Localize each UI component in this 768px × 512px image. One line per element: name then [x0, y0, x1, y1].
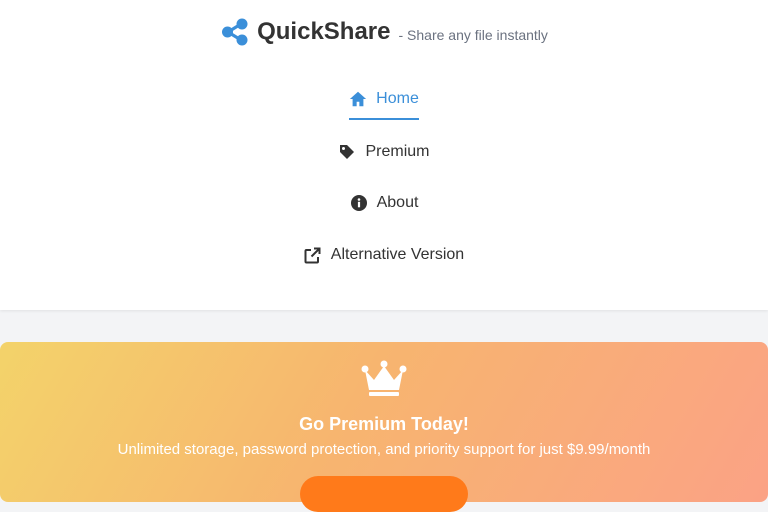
nav-label-about: About — [376, 194, 419, 211]
premium-title: Go Premium Today! — [299, 414, 469, 434]
crown-icon — [361, 360, 407, 396]
tag-icon — [338, 143, 356, 161]
premium-subtitle: Unlimited storage, password protection, … — [117, 441, 651, 458]
brand[interactable]: QuickShare - Share any file instantly — [0, 14, 768, 50]
share-icon — [220, 17, 250, 47]
home-icon — [349, 90, 367, 108]
go-premium-button[interactable] — [300, 476, 468, 512]
nav-label-premium: Premium — [365, 143, 430, 160]
brand-name: QuickShare — [257, 18, 391, 45]
nav-item-alternative-version[interactable]: Alternative Version — [0, 235, 768, 275]
nav-label-alternative-version: Alternative Version — [330, 246, 465, 263]
premium-banner: Go Premium Today! Unlimited storage, pas… — [0, 342, 768, 512]
nav-item-about[interactable]: About — [0, 183, 768, 223]
nav-item-home[interactable]: Home — [0, 80, 768, 120]
nav-label-home: Home — [376, 90, 419, 107]
external-link-icon — [304, 246, 322, 264]
info-icon — [350, 194, 368, 212]
brand-tagline: - Share any file instantly — [398, 27, 548, 43]
site-header: QuickShare - Share any file instantly Ho… — [0, 0, 768, 310]
nav-item-premium[interactable]: Premium — [0, 132, 768, 172]
